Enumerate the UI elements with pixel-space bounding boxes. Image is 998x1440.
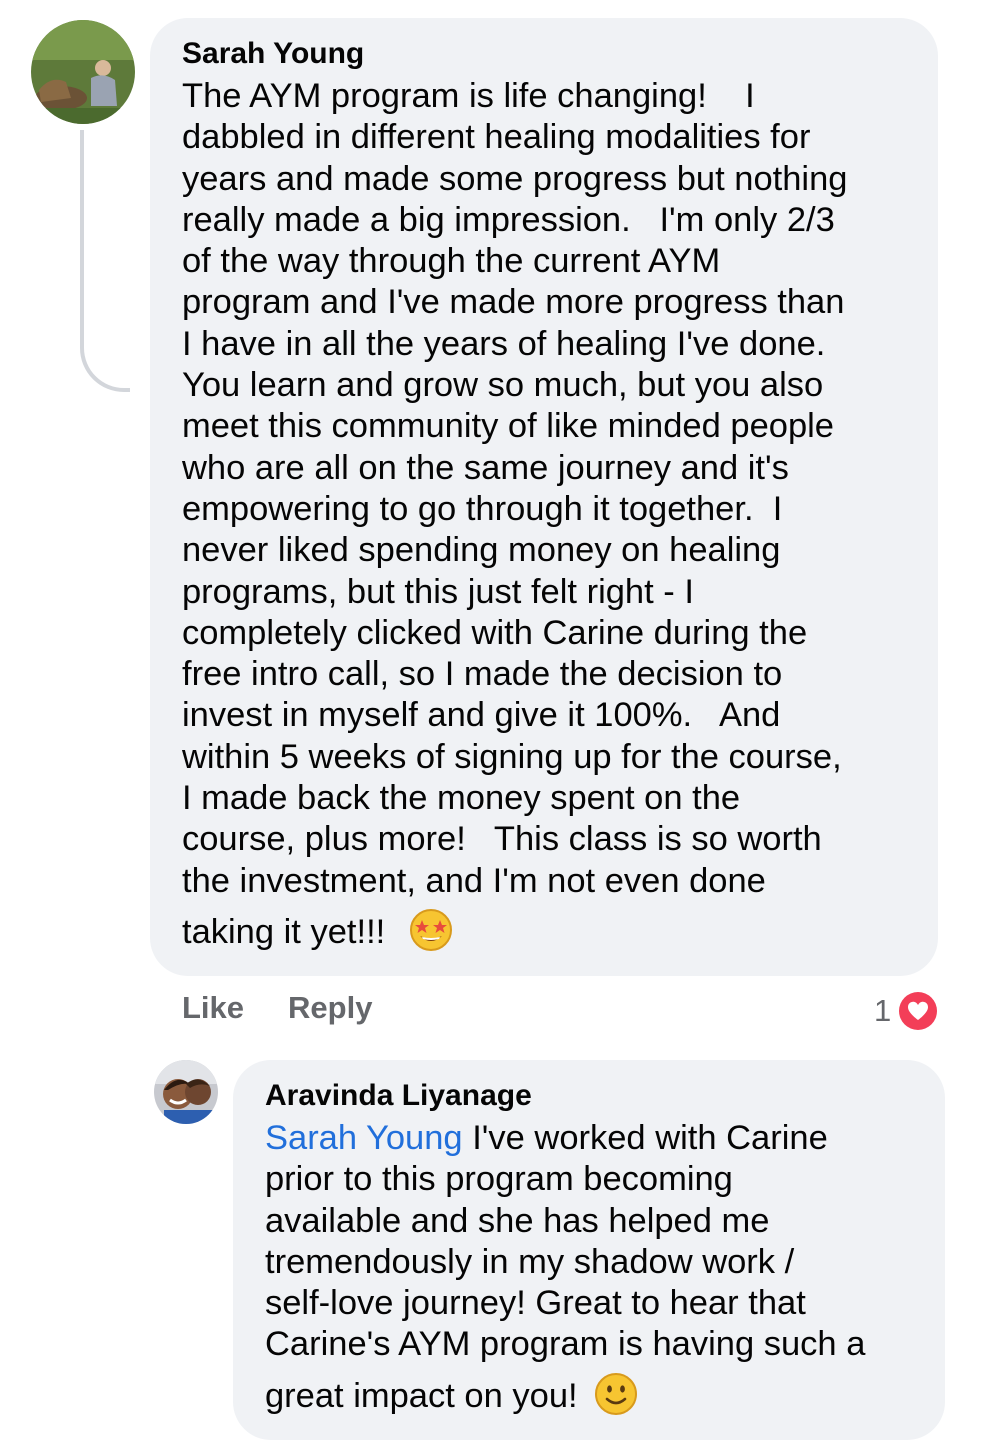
comment-text: The AYM program is life changing! I dabb… xyxy=(182,76,906,956)
comment-line: free intro call, so I made the decision … xyxy=(182,655,783,694)
reply-bubble: Aravinda Liyanage Sarah Young I've worke… xyxy=(233,1060,945,1440)
reply-line: tremendously in my shadow work / xyxy=(265,1242,795,1281)
avatar-sarah-young[interactable] xyxy=(31,20,135,124)
comment-line: You learn and grow so much, but you also xyxy=(182,366,824,405)
comment-line: of the way through the current AYM xyxy=(182,242,721,281)
reply-line: great impact on you! xyxy=(265,1376,578,1415)
thread-connector-line xyxy=(80,130,130,392)
reply-line: available and she has helped me xyxy=(265,1201,770,1240)
comment-line: course, plus more! This class is so wort… xyxy=(182,820,822,859)
comment-author-name[interactable]: Sarah Young xyxy=(182,36,906,72)
comment-thread: Sarah Young The AYM program is life chan… xyxy=(0,0,998,1440)
like-button[interactable]: Like xyxy=(182,990,244,1026)
star-struck-emoji xyxy=(409,908,453,952)
comment-line: really made a big impression. I'm only 2… xyxy=(182,200,835,239)
reply-author-name[interactable]: Aravinda Liyanage xyxy=(265,1078,913,1114)
avatar-aravinda-liyanage[interactable] xyxy=(154,1060,218,1124)
comment-line: years and made some progress but nothing xyxy=(182,159,848,198)
reply-text: Sarah Young I've worked with Carine prio… xyxy=(265,1118,913,1420)
mention-link[interactable]: Sarah Young xyxy=(265,1119,463,1157)
comment-line: within 5 weeks of signing up for the cou… xyxy=(182,737,842,776)
comment-line: who are all on the same journey and it's xyxy=(182,448,789,487)
reaction-summary[interactable]: 1 xyxy=(874,990,940,1032)
comment-line: taking it yet!!! xyxy=(182,913,386,952)
comment-line: The AYM program is life changing! I xyxy=(182,77,755,115)
comment-line: empowering to go through it together. I xyxy=(182,489,783,528)
comment-line: program and I've made more progress than xyxy=(182,283,845,322)
comment-line: the investment, and I'm not even done xyxy=(182,861,766,900)
slightly-smiling-face-emoji xyxy=(594,1372,638,1416)
comment-bubble: Sarah Young The AYM program is life chan… xyxy=(150,18,938,976)
comment-line: dabbled in different healing modalities … xyxy=(182,118,811,157)
reply-line: I've worked with Carine xyxy=(462,1119,828,1157)
comment-actions: Like Reply xyxy=(182,990,372,1026)
comment-line: programs, but this just felt right - I xyxy=(182,572,694,611)
comment-line: meet this community of like minded peopl… xyxy=(182,407,834,446)
reply-button[interactable]: Reply xyxy=(288,990,372,1026)
comment-line: I have in all the years of healing I've … xyxy=(182,324,826,363)
comment-line: I made back the money spent on the xyxy=(182,779,741,818)
reply-line: self-love journey! Great to hear that xyxy=(265,1284,806,1323)
comment-line: never liked spending money on healing xyxy=(182,531,781,570)
reply-line: Carine's AYM program is having such a xyxy=(265,1325,866,1364)
reply-line: prior to this program becoming xyxy=(265,1160,733,1199)
comment-line: completely clicked with Carine during th… xyxy=(182,613,808,652)
comment-line: invest in myself and give it 100%. And xyxy=(182,696,781,735)
reaction-count: 1 xyxy=(874,993,892,1028)
love-reaction-icon xyxy=(897,990,940,1032)
